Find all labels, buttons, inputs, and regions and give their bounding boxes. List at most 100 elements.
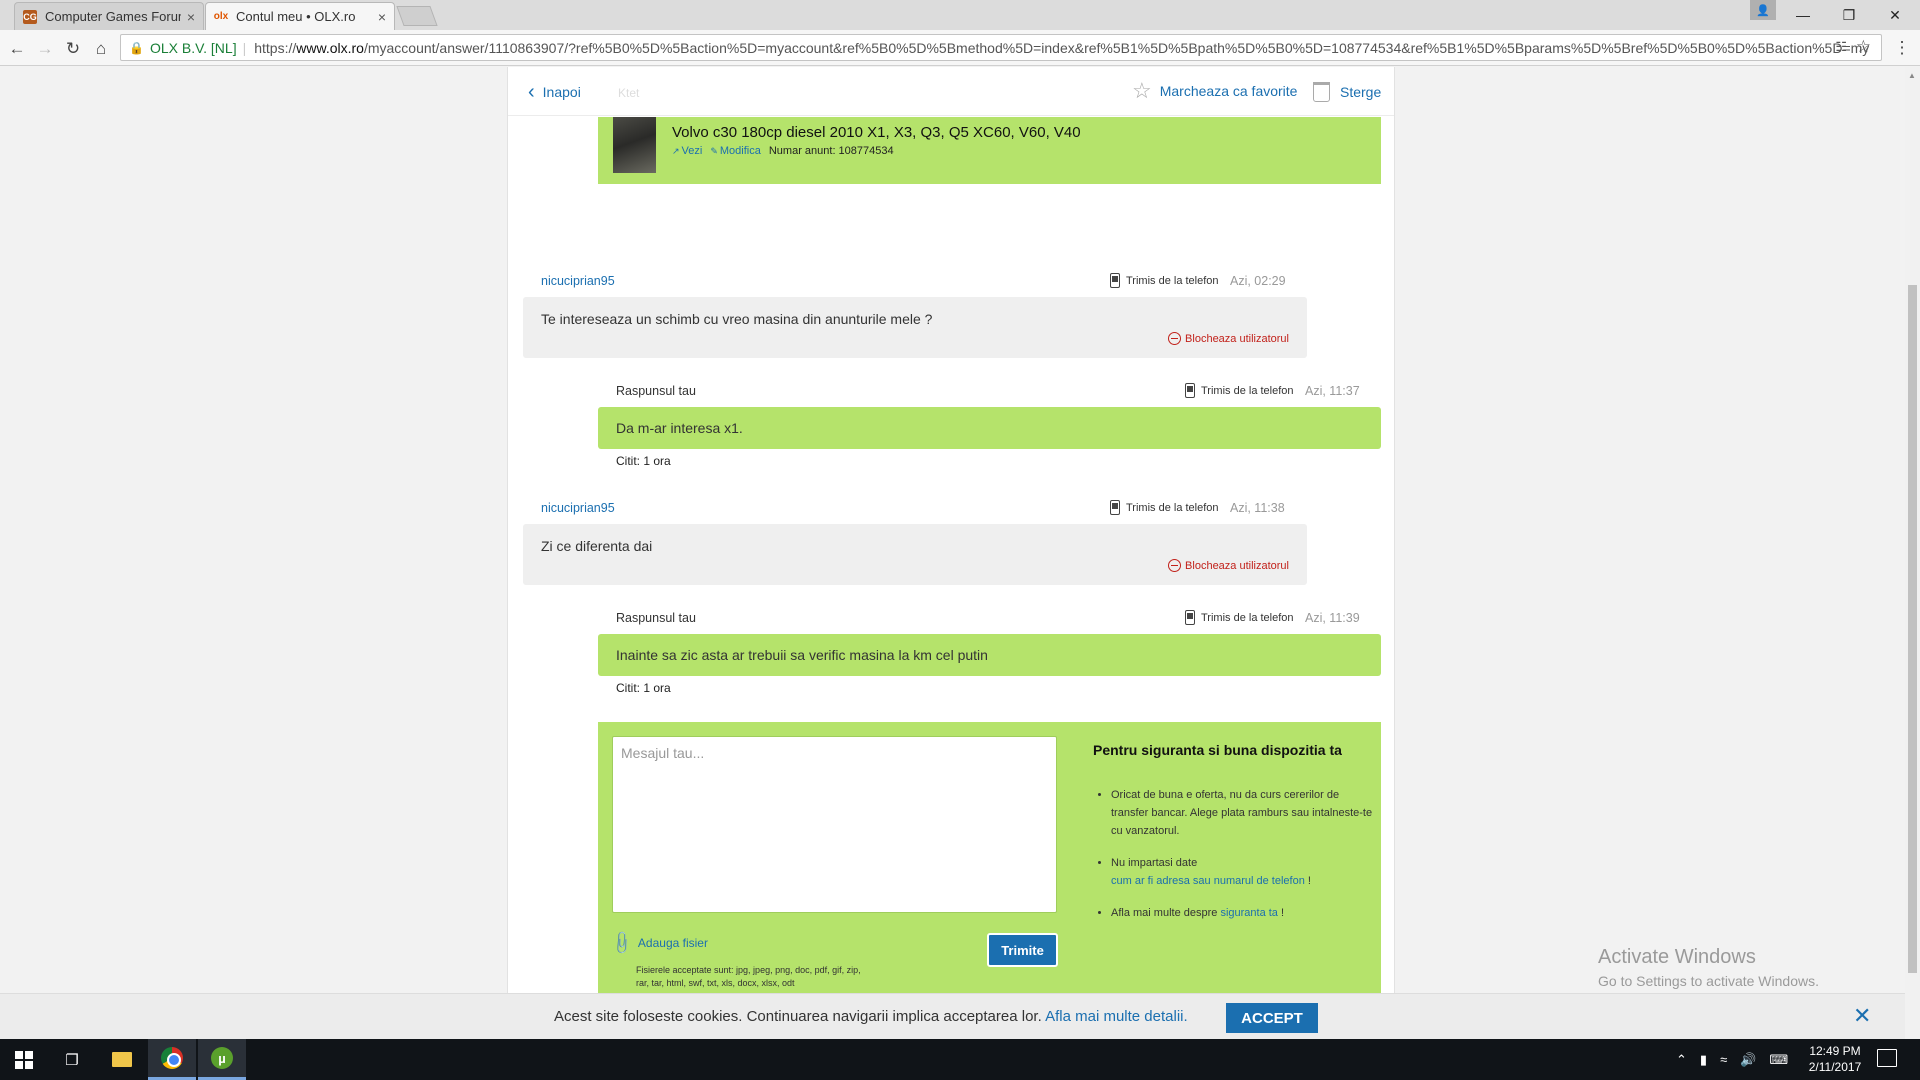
- address-bar[interactable]: 🔒 OLX B.V. [NL] | https://www.olx.ro/mya…: [120, 34, 1882, 61]
- tab-computer-games-forum[interactable]: CG Computer Games Forum ×: [14, 2, 204, 30]
- url-scheme: https://: [254, 39, 297, 56]
- back-arrow-icon[interactable]: ←: [6, 38, 28, 60]
- compose-box: 📎 Adauga fisier Fisierele acceptate sunt…: [598, 722, 1381, 1007]
- maximize-button[interactable]: ❐: [1826, 0, 1872, 30]
- file-explorer-button[interactable]: [98, 1039, 146, 1080]
- block-user-link[interactable]: Blocheaza utilizatorul: [1168, 332, 1289, 345]
- back-label: Inapoi: [542, 84, 581, 100]
- message-source: Trimis de la telefon: [1110, 500, 1219, 515]
- tab-contul-meu-olx[interactable]: olx Contul meu • OLX.ro ×: [205, 2, 395, 30]
- back-link[interactable]: ‹ Inapoi: [528, 82, 581, 102]
- cookie-accept-button[interactable]: ACCEPT: [1226, 1003, 1318, 1033]
- cookie-details-link[interactable]: Afla mai multe detalii.: [1045, 1008, 1188, 1025]
- address-separator: |: [242, 39, 247, 56]
- ad-number: Numar anunt: 108774534: [768, 145, 894, 157]
- scrollbar-thumb[interactable]: [1908, 285, 1917, 973]
- bookmark-star-icon[interactable]: ☆: [1856, 37, 1871, 57]
- cookie-message: Acest site foloseste cookies. Continuare…: [554, 1008, 1188, 1025]
- home-icon[interactable]: ⌂: [90, 38, 112, 60]
- notification-icon[interactable]: [1877, 1049, 1897, 1067]
- message-input[interactable]: [612, 736, 1057, 913]
- clock-date: 2/11/2017: [1808, 1060, 1862, 1074]
- message-author: Raspunsul tau: [616, 611, 696, 625]
- browser-menu-icon[interactable]: ⋮: [1892, 38, 1912, 60]
- start-button[interactable]: [0, 1039, 48, 1080]
- olx-favicon-icon: olx: [213, 11, 229, 22]
- tab-title: Computer Games Forum: [45, 9, 181, 24]
- message-author: Raspunsul tau: [616, 384, 696, 398]
- send-button[interactable]: Trimite: [987, 933, 1058, 967]
- message-time: Azi, 11:38: [1230, 501, 1285, 515]
- safety-tip-end: !: [1277, 907, 1285, 919]
- safety-tip-end: !: [1304, 875, 1311, 887]
- accepted-files-note: Fisierele acceptate sunt: jpg, jpeg, png…: [636, 965, 861, 988]
- wifi-icon[interactable]: ≈: [1720, 1052, 1727, 1067]
- block-user-link[interactable]: Blocheaza utilizatorul: [1168, 559, 1289, 572]
- folder-icon: [112, 1052, 132, 1067]
- delete-link[interactable]: Sterge: [1313, 82, 1381, 102]
- ad-thumbnail[interactable]: [613, 117, 656, 173]
- header-ghost-text: Ktet: [618, 86, 640, 100]
- reload-icon[interactable]: ↻: [62, 38, 84, 60]
- safety-tip-text: Afla mai multe despre: [1111, 907, 1221, 919]
- secure-origin-label: OLX B.V. [NL]: [149, 39, 237, 56]
- browser-tab-bar: CG Computer Games Forum × olx Contul meu…: [0, 0, 1920, 30]
- favorite-link[interactable]: ☆ Marcheaza ca favorite: [1132, 80, 1297, 102]
- message-source: Trimis de la telefon: [1185, 610, 1294, 625]
- message-source-label: Trimis de la telefon: [1201, 384, 1294, 397]
- url-host: www.olx.ro: [296, 39, 364, 56]
- close-icon[interactable]: ✕: [1853, 1003, 1871, 1029]
- conversation-panel: ‹ Inapoi Ktet ☆ Marcheaza ca favorite St…: [507, 67, 1395, 1036]
- safety-tip-text: Nu impartasi date: [1111, 857, 1198, 869]
- close-window-button[interactable]: ✕: [1872, 0, 1918, 30]
- ad-edit-link[interactable]: Modifica: [720, 145, 761, 157]
- scroll-up-icon[interactable]: ▲: [1908, 71, 1916, 80]
- message-author[interactable]: nicuciprian95: [541, 274, 615, 288]
- message-text: Da m-ar interesa x1.: [616, 420, 743, 436]
- pencil-icon: ✎: [710, 145, 718, 156]
- task-view-icon[interactable]: ❐: [48, 1039, 96, 1080]
- message-source: Trimis de la telefon: [1110, 273, 1219, 288]
- ad-view-link[interactable]: Vezi: [682, 145, 703, 157]
- chevron-up-icon[interactable]: ⌃: [1676, 1052, 1687, 1068]
- trash-icon: [1313, 82, 1330, 102]
- attach-file-link[interactable]: 📎 Adauga fisier: [609, 930, 708, 956]
- volume-icon[interactable]: 🔊: [1740, 1052, 1756, 1068]
- message-time: Azi, 02:29: [1230, 274, 1286, 288]
- safety-tips: Pentru siguranta si buna dispozitia ta O…: [1093, 742, 1373, 936]
- delete-label: Sterge: [1340, 84, 1382, 100]
- keyboard-icon[interactable]: ⌨: [1769, 1052, 1788, 1068]
- safety-tips-title: Pentru siguranta si buna dispozitia ta: [1093, 742, 1342, 758]
- taskbar-clock[interactable]: 12:49 PM 2/11/2017: [1795, 1043, 1875, 1075]
- chrome-icon: [161, 1047, 183, 1069]
- tab-close-icon[interactable]: ×: [187, 9, 195, 25]
- minimize-button[interactable]: —: [1780, 0, 1826, 30]
- ad-title[interactable]: Volvo c30 180cp diesel 2010 X1, X3, Q3, …: [672, 124, 1081, 141]
- windows-logo-icon: [15, 1050, 33, 1069]
- safety-tip: Oricat de buna e oferta, nu da curs cere…: [1111, 786, 1373, 840]
- message-time: Azi, 11:37: [1305, 384, 1360, 398]
- safety-link[interactable]: siguranta ta: [1220, 907, 1277, 919]
- message-author[interactable]: nicuciprian95: [541, 501, 615, 515]
- safety-tips-list: Oricat de buna e oferta, nu da curs cere…: [1093, 786, 1373, 922]
- tab-close-icon[interactable]: ×: [378, 9, 386, 25]
- message-time: Azi, 11:39: [1305, 611, 1360, 625]
- block-user-label: Blocheaza utilizatorul: [1185, 559, 1289, 572]
- chrome-taskbar-button[interactable]: [148, 1039, 196, 1080]
- forward-arrow-icon[interactable]: →: [34, 38, 56, 60]
- lock-icon: 🔒: [129, 40, 144, 55]
- external-link-icon: ↗: [672, 145, 680, 156]
- personal-data-link[interactable]: cum ar fi adresa sau numarul de telefon: [1111, 875, 1305, 887]
- battery-icon[interactable]: ▮: [1700, 1052, 1707, 1068]
- new-tab-button[interactable]: [396, 6, 438, 26]
- profile-icon[interactable]: 👤: [1750, 0, 1776, 20]
- conversation-header: ‹ Inapoi Ktet ☆ Marcheaza ca favorite St…: [508, 68, 1394, 116]
- safety-tip: Afla mai multe despre siguranta ta !: [1111, 904, 1373, 922]
- phone-icon: [1185, 610, 1195, 625]
- translate-icon[interactable]: ☷: [1835, 39, 1847, 55]
- utorrent-taskbar-button[interactable]: µ: [198, 1039, 246, 1080]
- read-status: Citit: 1 ora: [616, 454, 671, 468]
- attach-file-label: Adauga fisier: [637, 936, 708, 950]
- message-bubble-outgoing: Inainte sa zic asta ar trebuii sa verifi…: [598, 634, 1381, 676]
- page-scrollbar[interactable]: ▲: [1905, 67, 1920, 1039]
